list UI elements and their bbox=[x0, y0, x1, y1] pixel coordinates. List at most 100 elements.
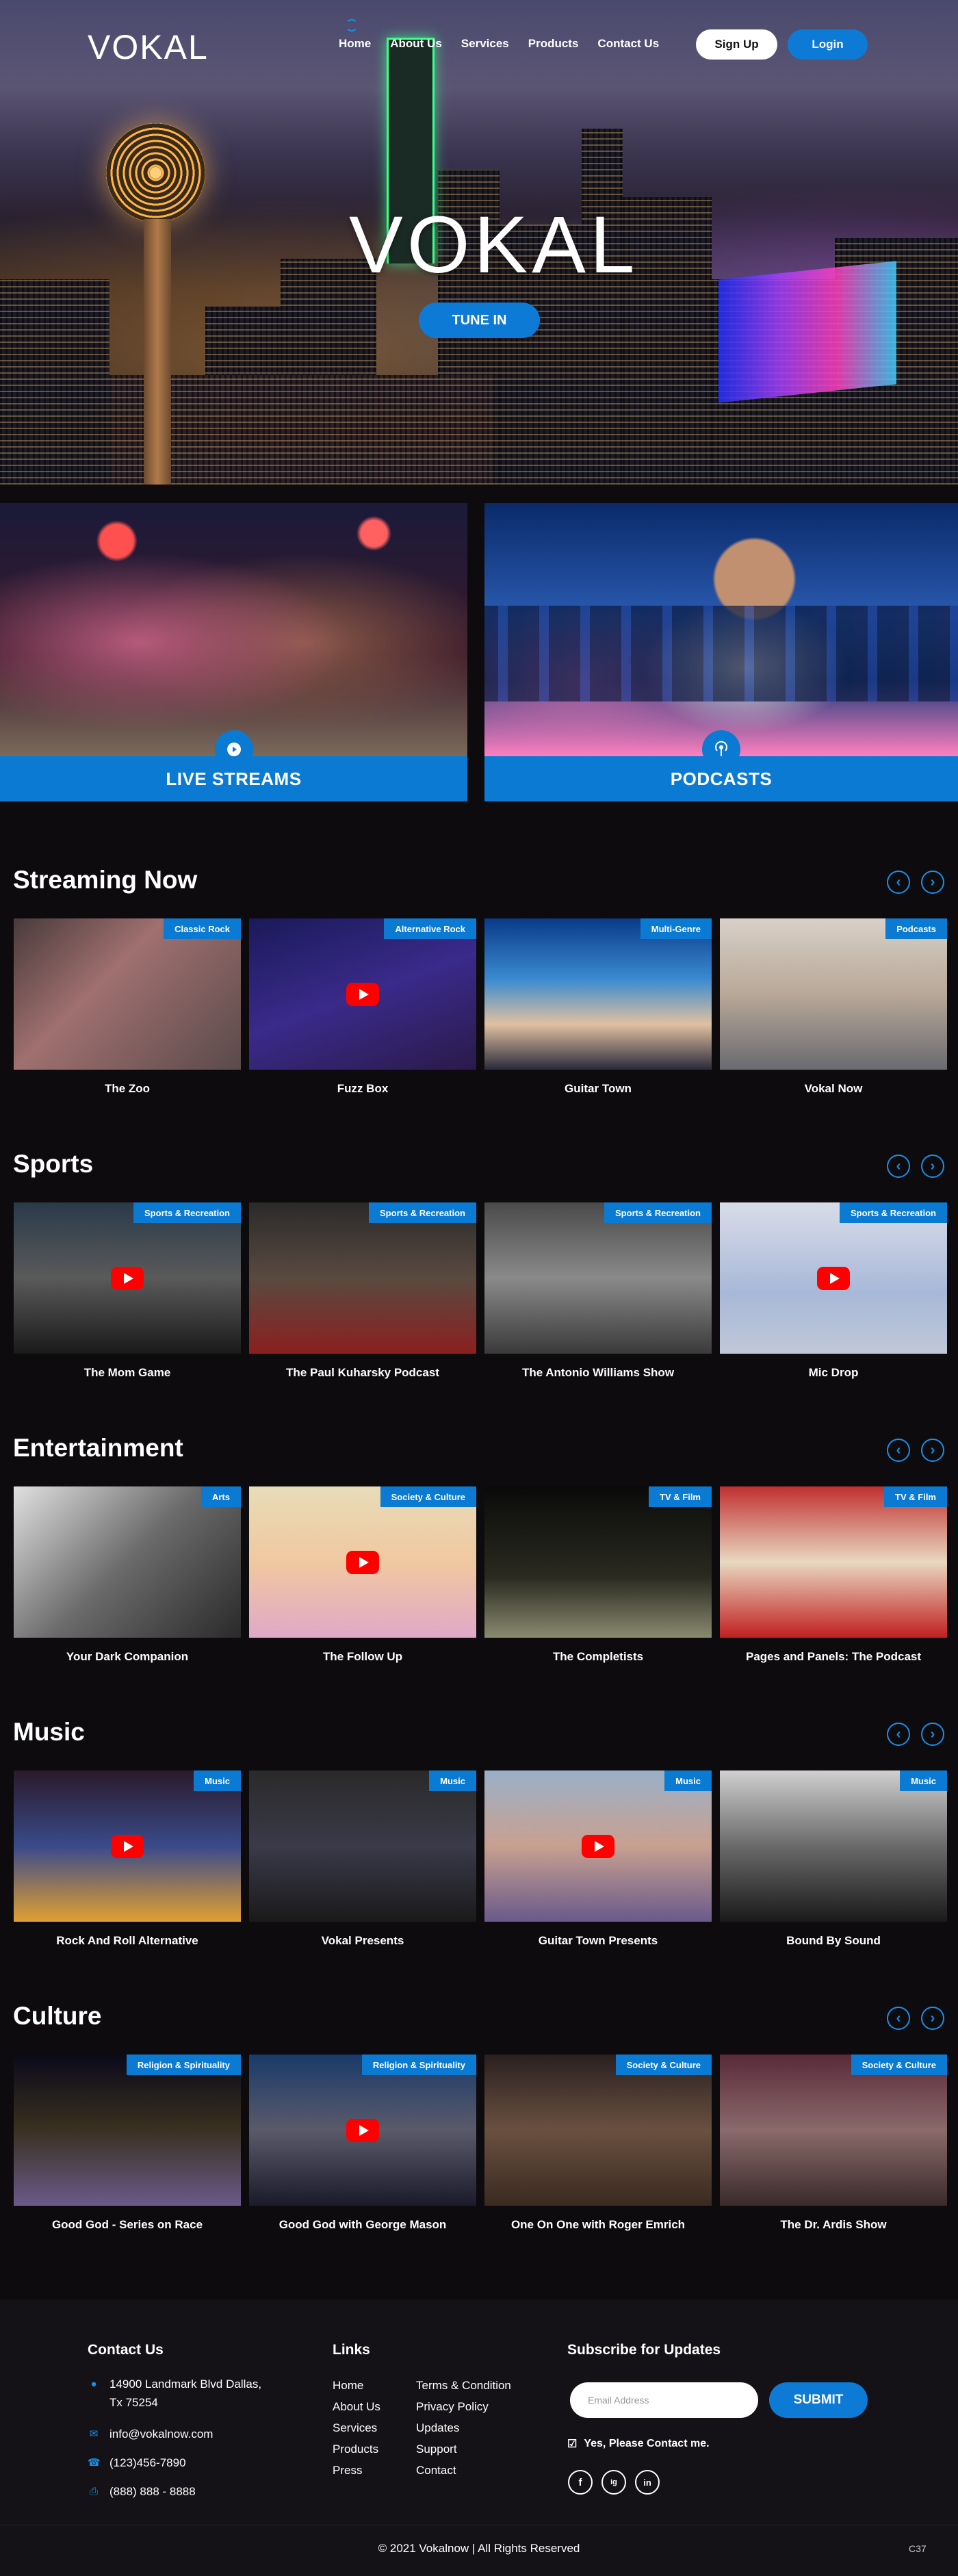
show-title[interactable]: The Dr. Ardis Show bbox=[720, 2218, 947, 2232]
show-title[interactable]: The Mom Game bbox=[14, 1366, 241, 1380]
youtube-play-icon[interactable] bbox=[346, 982, 379, 1006]
chevron-left-icon[interactable]: ‹ bbox=[887, 871, 910, 894]
show-title[interactable]: The Paul Kuharsky Podcast bbox=[249, 1366, 476, 1380]
youtube-play-icon[interactable] bbox=[346, 2118, 379, 2142]
show-title[interactable]: Guitar Town bbox=[484, 1082, 712, 1096]
show-thumbnail[interactable]: Society & Culture bbox=[484, 2055, 712, 2206]
show-card-the-antonio-williams-show[interactable]: Sports & Recreation The Antonio Williams … bbox=[484, 1202, 712, 1380]
show-thumbnail[interactable]: Music bbox=[720, 1770, 947, 1922]
chevron-left-icon[interactable]: ‹ bbox=[887, 2007, 910, 2030]
email-contact[interactable]: ✉ info@vokalnow.com bbox=[88, 2425, 213, 2443]
login-button[interactable]: Login bbox=[788, 29, 868, 60]
show-card-your-dark-companion[interactable]: Arts Your Dark Companion bbox=[14, 1486, 241, 1664]
show-thumbnail[interactable]: Sports & Recreation bbox=[720, 1202, 947, 1354]
checkbox-icon[interactable]: ☑ bbox=[567, 2437, 577, 2451]
show-title[interactable]: The Zoo bbox=[14, 1082, 241, 1096]
chevron-right-icon[interactable]: › bbox=[921, 1439, 944, 1462]
show-thumbnail[interactable]: Music bbox=[249, 1770, 476, 1922]
footer-link-terms[interactable]: Terms & Condition bbox=[416, 2375, 511, 2396]
show-thumbnail[interactable]: Arts bbox=[14, 1486, 241, 1638]
live-streams-feature[interactable]: LIVE STREAMS bbox=[0, 503, 467, 801]
show-thumbnail[interactable]: Religion & Spirituality bbox=[249, 2055, 476, 2206]
footer-link-contact[interactable]: Contact bbox=[416, 2460, 511, 2481]
show-card-one-on-one-with-roger-emrich[interactable]: Society & Culture One On One with Roger E… bbox=[484, 2055, 712, 2232]
email-input[interactable]: Email Address bbox=[570, 2382, 758, 2418]
show-title[interactable]: Mic Drop bbox=[720, 1366, 947, 1380]
chevron-left-icon[interactable]: ‹ bbox=[887, 1723, 910, 1746]
show-card-the-completists[interactable]: TV & Film The Completists bbox=[484, 1486, 712, 1664]
phone-contact[interactable]: ☎ (123)456-7890 bbox=[88, 2453, 186, 2472]
submit-button[interactable]: SUBMIT bbox=[769, 2382, 868, 2418]
show-card-pages-and-panels-the-podcast[interactable]: TV & Film Pages and Panels: The Podcast bbox=[720, 1486, 947, 1664]
show-title[interactable]: Rock And Roll Alternative bbox=[14, 1934, 241, 1948]
contact-consent-checkbox[interactable]: ☑ Yes, Please Contact me. bbox=[567, 2437, 710, 2451]
show-thumbnail[interactable]: Podcasts bbox=[720, 918, 947, 1070]
facebook-icon[interactable]: f bbox=[568, 2470, 593, 2495]
show-title[interactable]: Vokal Now bbox=[720, 1082, 947, 1096]
show-card-rock-and-roll-alternative[interactable]: Music Rock And Roll Alternative bbox=[14, 1770, 241, 1948]
show-thumbnail[interactable]: Sports & Recreation bbox=[249, 1202, 476, 1354]
show-card-the-follow-up[interactable]: Society & Culture The Follow Up bbox=[249, 1486, 476, 1664]
chevron-right-icon[interactable]: › bbox=[921, 1723, 944, 1746]
show-card-vokal-presents[interactable]: Music Vokal Presents bbox=[249, 1770, 476, 1948]
show-title[interactable]: The Antonio Williams Show bbox=[484, 1366, 712, 1380]
show-card-guitar-town[interactable]: Multi-Genre Guitar Town bbox=[484, 918, 712, 1096]
show-title[interactable]: The Follow Up bbox=[249, 1650, 476, 1664]
show-card-good-god-series-on-race[interactable]: Religion & Spirituality Good God - Series… bbox=[14, 2055, 241, 2232]
youtube-play-icon[interactable] bbox=[111, 1266, 144, 1290]
tune-in-button[interactable]: TUNE IN bbox=[419, 302, 540, 338]
chevron-right-icon[interactable]: › bbox=[921, 1155, 944, 1178]
show-title[interactable]: Good God with George Mason bbox=[249, 2218, 476, 2232]
instagram-icon[interactable]: ig bbox=[601, 2470, 626, 2495]
chevron-left-icon[interactable]: ‹ bbox=[887, 1439, 910, 1462]
nav-services[interactable]: Services bbox=[461, 37, 509, 51]
show-thumbnail[interactable]: Society & Culture bbox=[249, 1486, 476, 1638]
show-thumbnail[interactable]: TV & Film bbox=[484, 1486, 712, 1638]
show-card-the-paul-kuharsky-podcast[interactable]: Sports & Recreation The Paul Kuharsky Pod… bbox=[249, 1202, 476, 1380]
nav-contact-us[interactable]: Contact Us bbox=[597, 37, 659, 51]
footer-link-press[interactable]: Press bbox=[333, 2460, 380, 2481]
show-thumbnail[interactable]: Religion & Spirituality bbox=[14, 2055, 241, 2206]
show-card-good-god-with-george-mason[interactable]: Religion & Spirituality Good God with Geo… bbox=[249, 2055, 476, 2232]
linkedin-icon[interactable]: in bbox=[635, 2470, 660, 2495]
nav-home[interactable]: Home bbox=[339, 37, 371, 51]
show-card-the-zoo[interactable]: Classic Rock The Zoo bbox=[14, 918, 241, 1096]
show-thumbnail[interactable]: Society & Culture bbox=[720, 2055, 947, 2206]
show-thumbnail[interactable]: Sports & Recreation bbox=[14, 1202, 241, 1354]
footer-link-products[interactable]: Products bbox=[333, 2438, 380, 2460]
podcasts-feature[interactable]: PODCASTS bbox=[484, 503, 958, 801]
footer-link-about[interactable]: About Us bbox=[333, 2396, 380, 2417]
show-card-the-mom-game[interactable]: Sports & Recreation The Mom Game bbox=[14, 1202, 241, 1380]
show-thumbnail[interactable]: Classic Rock bbox=[14, 918, 241, 1070]
nav-products[interactable]: Products bbox=[528, 37, 579, 51]
footer-link-home[interactable]: Home bbox=[333, 2375, 380, 2396]
show-thumbnail[interactable]: Music bbox=[14, 1770, 241, 1922]
show-title[interactable]: The Completists bbox=[484, 1650, 712, 1664]
site-logo[interactable]: VOKAL bbox=[88, 27, 209, 67]
footer-link-services[interactable]: Services bbox=[333, 2417, 380, 2438]
chevron-right-icon[interactable]: › bbox=[921, 871, 944, 894]
youtube-play-icon[interactable] bbox=[111, 1834, 144, 1858]
show-title[interactable]: Vokal Presents bbox=[249, 1934, 476, 1948]
show-title[interactable]: Fuzz Box bbox=[249, 1082, 476, 1096]
show-title[interactable]: Pages and Panels: The Podcast bbox=[720, 1650, 947, 1664]
signup-button[interactable]: Sign Up bbox=[696, 29, 777, 60]
show-card-fuzz-box[interactable]: Alternative Rock Fuzz Box bbox=[249, 918, 476, 1096]
chevron-left-icon[interactable]: ‹ bbox=[887, 1155, 910, 1178]
show-card-vokal-now[interactable]: Podcasts Vokal Now bbox=[720, 918, 947, 1096]
show-card-guitar-town-presents[interactable]: Music Guitar Town Presents bbox=[484, 1770, 712, 1948]
footer-link-privacy[interactable]: Privacy Policy bbox=[416, 2396, 511, 2417]
show-thumbnail[interactable]: Multi-Genre bbox=[484, 918, 712, 1070]
show-card-bound-by-sound[interactable]: Music Bound By Sound bbox=[720, 1770, 947, 1948]
show-title[interactable]: Your Dark Companion bbox=[14, 1650, 241, 1664]
show-title[interactable]: Bound By Sound bbox=[720, 1934, 947, 1948]
youtube-play-icon[interactable] bbox=[817, 1266, 850, 1290]
youtube-play-icon[interactable] bbox=[346, 1550, 379, 1574]
footer-link-support[interactable]: Support bbox=[416, 2438, 511, 2460]
show-thumbnail[interactable]: Music bbox=[484, 1770, 712, 1922]
show-thumbnail[interactable]: TV & Film bbox=[720, 1486, 947, 1638]
show-thumbnail[interactable]: Alternative Rock bbox=[249, 918, 476, 1070]
chevron-right-icon[interactable]: › bbox=[921, 2007, 944, 2030]
nav-about-us[interactable]: About Us bbox=[390, 37, 442, 51]
show-thumbnail[interactable]: Sports & Recreation bbox=[484, 1202, 712, 1354]
